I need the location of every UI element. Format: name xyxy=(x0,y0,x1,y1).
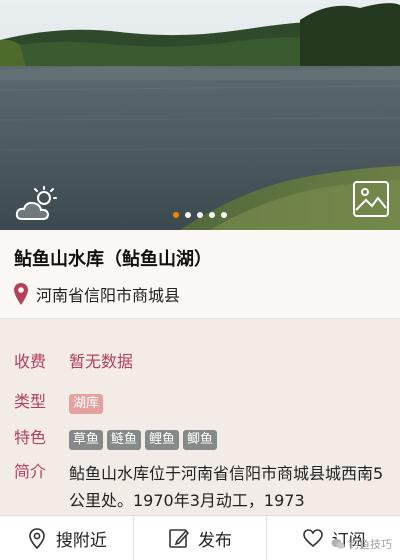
fish-tag: 鲢鱼 xyxy=(107,430,142,450)
carousel-dot[interactable] xyxy=(209,212,215,218)
hero-photo[interactable] xyxy=(0,0,400,230)
publish-button[interactable]: 发布 xyxy=(134,516,268,560)
nearby-label: 搜附近 xyxy=(55,530,107,551)
carousel-dot[interactable] xyxy=(173,212,179,218)
intro-row: 简介 鲇鱼山水库位于河南省信阳市商城县城西南5公里处。1970年3月动工，197… xyxy=(14,460,389,514)
carousel-dot[interactable] xyxy=(197,212,203,218)
type-row: 类型 湖库 xyxy=(14,390,107,414)
carousel-dot[interactable] xyxy=(185,212,191,218)
fish-tag: 鲤鱼 xyxy=(145,430,180,450)
fish-tag: 鲫鱼 xyxy=(183,430,218,450)
watermark-text: 钓鱼技巧 xyxy=(348,538,392,551)
spot-header: 鲇鱼山水库（鲇鱼山湖） 河南省信阳市商城县 xyxy=(0,230,400,319)
wechat-icon xyxy=(331,539,345,549)
carousel-dot[interactable] xyxy=(221,212,227,218)
fee-value: 暂无数据 xyxy=(69,352,134,371)
type-value: 湖库 xyxy=(69,390,107,414)
location-row[interactable]: 河南省信阳市商城县 xyxy=(14,282,180,306)
intro-label: 简介 xyxy=(14,462,47,481)
heart-icon xyxy=(302,529,323,548)
edit-icon xyxy=(169,529,190,548)
publish-label: 发布 xyxy=(198,530,232,551)
feature-label: 特色 xyxy=(14,428,47,447)
page-title: 鲇鱼山水库（鲇鱼山湖） xyxy=(14,249,212,270)
nearby-button[interactable]: 搜附近 xyxy=(0,516,134,560)
type-label: 类型 xyxy=(14,392,47,411)
type-tag: 湖库 xyxy=(69,394,104,414)
intro-text: 鲇鱼山水库位于河南省信阳市商城县城西南5公里处。1970年3月动工，1973 xyxy=(69,464,384,510)
fee-row: 收费 暂无数据 xyxy=(14,350,133,374)
watermark: 钓鱼技巧 xyxy=(331,536,392,552)
location-pin-icon xyxy=(14,283,28,305)
location-outline-icon xyxy=(29,528,45,549)
location-text: 河南省信阳市商城县 xyxy=(36,286,181,305)
fish-tags: 草鱼 鲢鱼 鲤鱼 鲫鱼 xyxy=(69,426,221,450)
fish-tag: 草鱼 xyxy=(69,430,104,450)
fee-label: 收费 xyxy=(14,352,47,371)
feature-row: 特色 草鱼 鲢鱼 鲤鱼 鲫鱼 xyxy=(14,426,221,450)
carousel-indicator[interactable] xyxy=(0,212,400,218)
